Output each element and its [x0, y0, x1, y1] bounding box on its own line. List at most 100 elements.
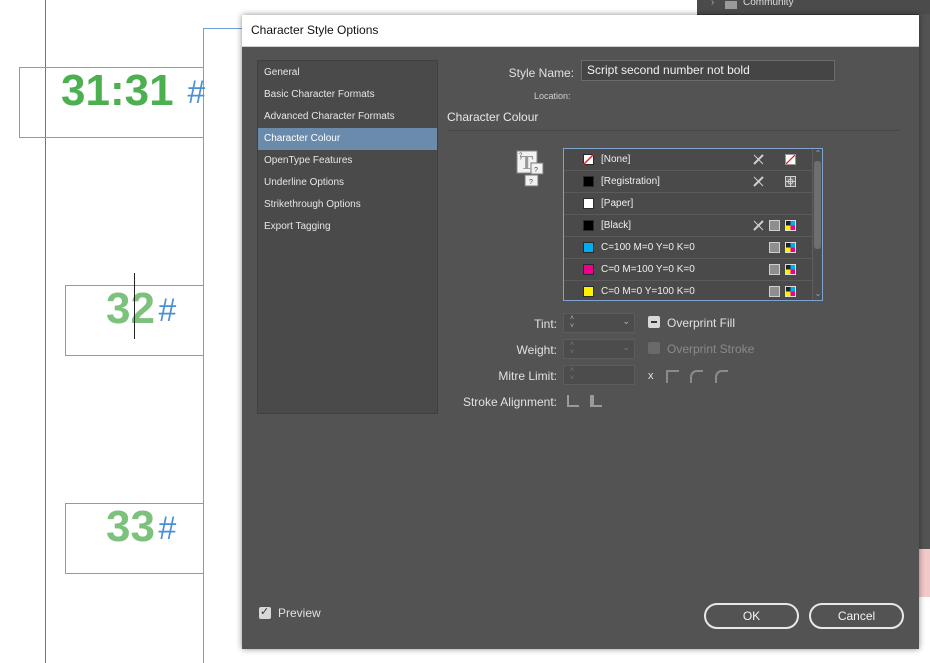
options-sidebar: General Basic Character Formats Advanced… [257, 60, 438, 414]
sidebar-item-export-tagging[interactable]: Export Tagging [258, 216, 437, 238]
weight-label: Weight: [516, 343, 557, 357]
no-edit-pencil-icon [753, 154, 764, 165]
sidebar-item-advanced-character-formats[interactable]: Advanced Character Formats [258, 106, 437, 128]
cmyk-icon [785, 264, 796, 275]
align-center-icon[interactable] [567, 395, 579, 407]
text-cursor [134, 273, 135, 339]
fill-stroke-icon[interactable]: T ? ? ? [516, 149, 546, 187]
cmyk-icon [785, 242, 796, 253]
sidebar-item-strikethrough-options[interactable]: Strikethrough Options [258, 194, 437, 216]
svg-text:?: ? [529, 179, 533, 186]
chevron-right-icon: › [711, 0, 715, 8]
stroke-alignment-label: Stroke Alignment: [462, 395, 557, 409]
cmyk-icon [785, 286, 796, 297]
swatch-chip [583, 198, 594, 209]
section-divider [447, 130, 900, 131]
sidebar-item-basic-character-formats[interactable]: Basic Character Formats [258, 84, 437, 106]
tint-label: Tint: [534, 317, 557, 331]
swatch-row-paper[interactable]: [Paper] [564, 193, 812, 215]
frame-number: 33 [106, 502, 155, 551]
frame-number: 31:31 [61, 66, 174, 115]
swatch-chip [583, 242, 594, 253]
overprint-stroke-label: Overprint Stroke [667, 342, 755, 356]
swatch-name: C=100 M=0 Y=0 K=0 [601, 242, 695, 253]
align-inside-icon[interactable] [590, 395, 602, 407]
swatch-chip [583, 154, 594, 165]
frame-hash: # [158, 292, 176, 328]
text-frame-1[interactable]: 31:31 # [19, 66, 205, 138]
sidebar-item-opentype-features[interactable]: OpenType Features [258, 150, 437, 172]
background-panel-label: Community [743, 0, 794, 8]
dialog-title: Character Style Options [251, 23, 379, 37]
cancel-button[interactable]: Cancel [809, 603, 904, 629]
stepper-icon[interactable]: ˄ ˅ [566, 367, 578, 383]
swatch-row-black[interactable]: [Black] [564, 215, 812, 237]
frame-hash: # [187, 74, 205, 110]
scroll-up-icon[interactable]: ⌃ [814, 150, 822, 158]
swatch-row-yellow[interactable]: C=0 M=0 Y=100 K=0 [564, 281, 812, 300]
scroll-down-icon[interactable]: ⌄ [814, 290, 822, 298]
sidebar-item-underline-options[interactable]: Underline Options [258, 172, 437, 194]
swatch-scrollbar[interactable]: ⌃ ⌄ [812, 149, 822, 300]
frame-connector [203, 28, 243, 29]
sidebar-item-general[interactable]: General [258, 62, 437, 84]
swatch-row-magenta[interactable]: C=0 M=100 Y=0 K=0 [564, 259, 812, 281]
frame-hash: # [158, 510, 176, 546]
stepper-icon[interactable]: ˄ ˅ [566, 315, 578, 331]
background-strip [919, 597, 930, 663]
no-edit-pencil-icon [753, 220, 764, 231]
section-title: Character Colour [447, 110, 539, 124]
character-style-options-dialog: Character Style Options General Basic Ch… [242, 15, 919, 649]
frame-number: 32 [106, 284, 155, 333]
process-colour-icon [769, 264, 780, 275]
round-join-icon[interactable] [690, 370, 703, 383]
ok-button[interactable]: OK [704, 603, 799, 629]
cmyk-icon [785, 220, 796, 231]
preview-checkbox[interactable] [259, 605, 271, 619]
none-slash-icon [583, 154, 594, 165]
style-name-input[interactable]: Script second number not bold [581, 60, 835, 81]
text-frame-3[interactable]: 33 # [65, 502, 204, 574]
dialog-titlebar[interactable]: Character Style Options [242, 15, 919, 47]
swatch-row-registration[interactable]: [Registration] [564, 171, 812, 193]
process-colour-icon [769, 242, 780, 253]
weight-field[interactable]: ˄ ˅ ⌄ [563, 339, 635, 359]
none-colour-icon [785, 154, 796, 165]
overprint-fill-checkbox[interactable] [648, 316, 660, 328]
scroll-thumb[interactable] [814, 161, 821, 249]
swatch-chip [583, 264, 594, 275]
overprint-fill-label: Overprint Fill [667, 316, 736, 330]
background-pink-strip [919, 549, 930, 597]
swatch-list[interactable]: [None] [Registration] [Paper] [Black] C=… [563, 148, 823, 301]
swatch-name: C=0 M=100 Y=0 K=0 [601, 264, 695, 275]
folder-icon [725, 1, 737, 9]
mitre-x-label: x [648, 370, 654, 382]
swatch-chip [583, 176, 594, 187]
sidebar-item-character-colour[interactable]: Character Colour [258, 128, 437, 150]
mitre-limit-field[interactable]: ˄ ˅ [563, 365, 635, 385]
preview-label: Preview [278, 606, 321, 620]
location-label: Location: [534, 91, 571, 101]
registration-icon [785, 176, 796, 187]
no-edit-pencil-icon [753, 176, 764, 187]
bevel-join-icon[interactable] [715, 370, 728, 383]
process-colour-icon [769, 220, 780, 231]
svg-text:?: ? [534, 167, 538, 174]
swatch-chip [583, 286, 594, 297]
background-panel-bar: › Community [697, 0, 930, 15]
swatch-name: [Paper] [601, 198, 634, 209]
process-colour-icon [769, 286, 780, 297]
background-panel-edge [919, 14, 930, 549]
chevron-down-icon[interactable]: ⌄ [622, 342, 630, 353]
chevron-down-icon[interactable]: ⌄ [622, 316, 630, 327]
mitre-limit-label: Mitre Limit: [498, 369, 557, 383]
stepper-icon[interactable]: ˄ ˅ [566, 341, 578, 357]
tint-field[interactable]: ˄ ˅ ⌄ [563, 313, 635, 333]
overprint-stroke-checkbox[interactable] [648, 342, 660, 354]
swatch-name: [Registration] [601, 176, 660, 187]
miter-join-icon[interactable] [666, 370, 679, 383]
swatch-row-none[interactable]: [None] [564, 149, 812, 171]
swatch-name: [None] [601, 154, 631, 165]
swatch-row-cyan[interactable]: C=100 M=0 Y=0 K=0 [564, 237, 812, 259]
swatch-chip [583, 220, 594, 231]
